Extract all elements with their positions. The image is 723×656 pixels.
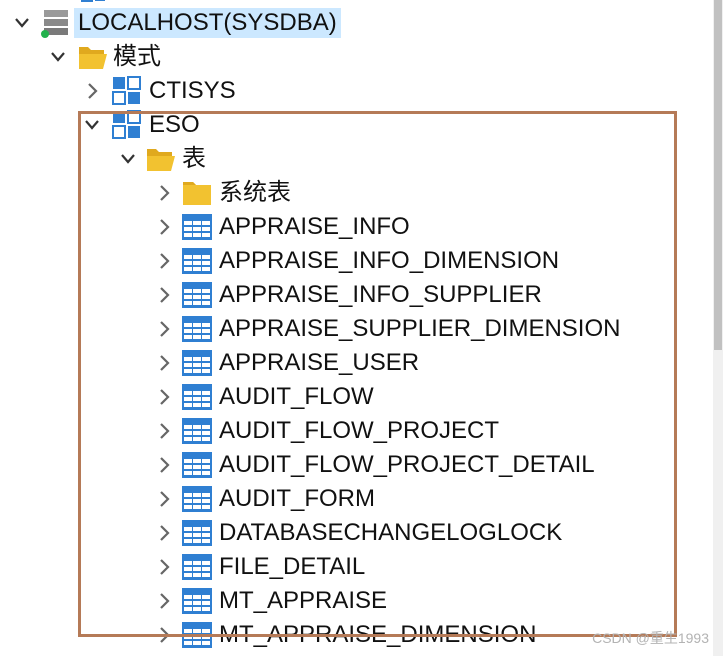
chevron-right-icon[interactable] [154, 516, 174, 550]
schema-icon [78, 0, 112, 8]
system-tables-label[interactable]: 系统表 [219, 178, 291, 208]
table-icon [180, 414, 214, 448]
chevron-down-icon[interactable] [48, 40, 68, 74]
schema-label[interactable]: CTISYS [149, 76, 236, 106]
table-label[interactable]: DATABASECHANGELOGLOCK [219, 518, 562, 548]
table-label[interactable]: AUDIT_FLOW_PROJECT_DETAIL [219, 450, 595, 480]
chevron-right-icon[interactable] [154, 550, 174, 584]
table-icon [180, 482, 214, 516]
table-label[interactable]: AUDIT_FLOW_PROJECT [219, 416, 499, 446]
schema-label[interactable]: ESO [149, 110, 200, 140]
table-label[interactable]: FILE_DETAIL [219, 552, 365, 582]
table-label[interactable]: AUDIT_FORM [219, 484, 375, 514]
chevron-right-icon[interactable] [154, 278, 174, 312]
vertical-scrollbar[interactable] [713, 0, 723, 656]
chevron-right-icon[interactable] [154, 414, 174, 448]
table-icon [180, 278, 214, 312]
table-label[interactable]: APPRAISE_SUPPLIER_DIMENSION [219, 314, 620, 344]
table-icon [180, 312, 214, 346]
chevron-right-icon[interactable] [154, 312, 174, 346]
table-label[interactable]: MT_APPRAISE_DIMENSION [219, 620, 536, 650]
tables-folder-label[interactable]: 表 [182, 144, 206, 174]
chevron-right-icon[interactable] [154, 618, 174, 652]
table-icon [180, 516, 214, 550]
chevron-down-icon[interactable] [12, 6, 32, 40]
table-icon [180, 618, 214, 652]
object-tree: LOCALHOST(SYSDBA) 模式 CTISYS ESO 表 系统表 AP… [0, 0, 723, 656]
scrollbar-thumb[interactable] [714, 0, 722, 350]
chevron-right-icon[interactable] [154, 584, 174, 618]
table-icon [180, 380, 214, 414]
connection-label[interactable]: LOCALHOST(SYSDBA) [74, 8, 341, 38]
table-icon [180, 244, 214, 278]
chevron-down-icon[interactable] [82, 108, 102, 142]
table-label[interactable]: APPRAISE_INFO_DIMENSION [219, 246, 559, 276]
schema-icon [110, 74, 144, 108]
table-label[interactable]: AUDIT_FLOW [219, 382, 374, 412]
table-label[interactable]: APPRAISE_USER [219, 348, 419, 378]
schema-icon [110, 108, 144, 142]
table-icon [180, 550, 214, 584]
database-server-icon [38, 6, 72, 40]
table-icon [180, 346, 214, 380]
chevron-right-icon[interactable] [154, 244, 174, 278]
chevron-right-icon[interactable] [154, 210, 174, 244]
table-icon [180, 210, 214, 244]
open-folder-icon [144, 142, 178, 176]
folder-icon [180, 176, 214, 210]
chevron-right-icon[interactable] [154, 346, 174, 380]
chevron-right-icon[interactable] [154, 482, 174, 516]
open-folder-icon [76, 40, 110, 74]
table-label[interactable]: APPRAISE_INFO_SUPPLIER [219, 280, 542, 310]
table-icon [180, 584, 214, 618]
chevron-right-icon[interactable] [154, 380, 174, 414]
chevron-right-icon[interactable] [154, 448, 174, 482]
schema-folder-label[interactable]: 模式 [113, 42, 161, 72]
table-label[interactable]: MT_APPRAISE [219, 586, 387, 616]
table-label[interactable]: APPRAISE_INFO [219, 212, 410, 242]
chevron-right-icon[interactable] [82, 74, 102, 108]
chevron-down-icon[interactable] [118, 142, 138, 176]
table-icon [180, 448, 214, 482]
watermark: CSDN @重生1993 [592, 630, 709, 646]
chevron-right-icon[interactable] [154, 176, 174, 210]
